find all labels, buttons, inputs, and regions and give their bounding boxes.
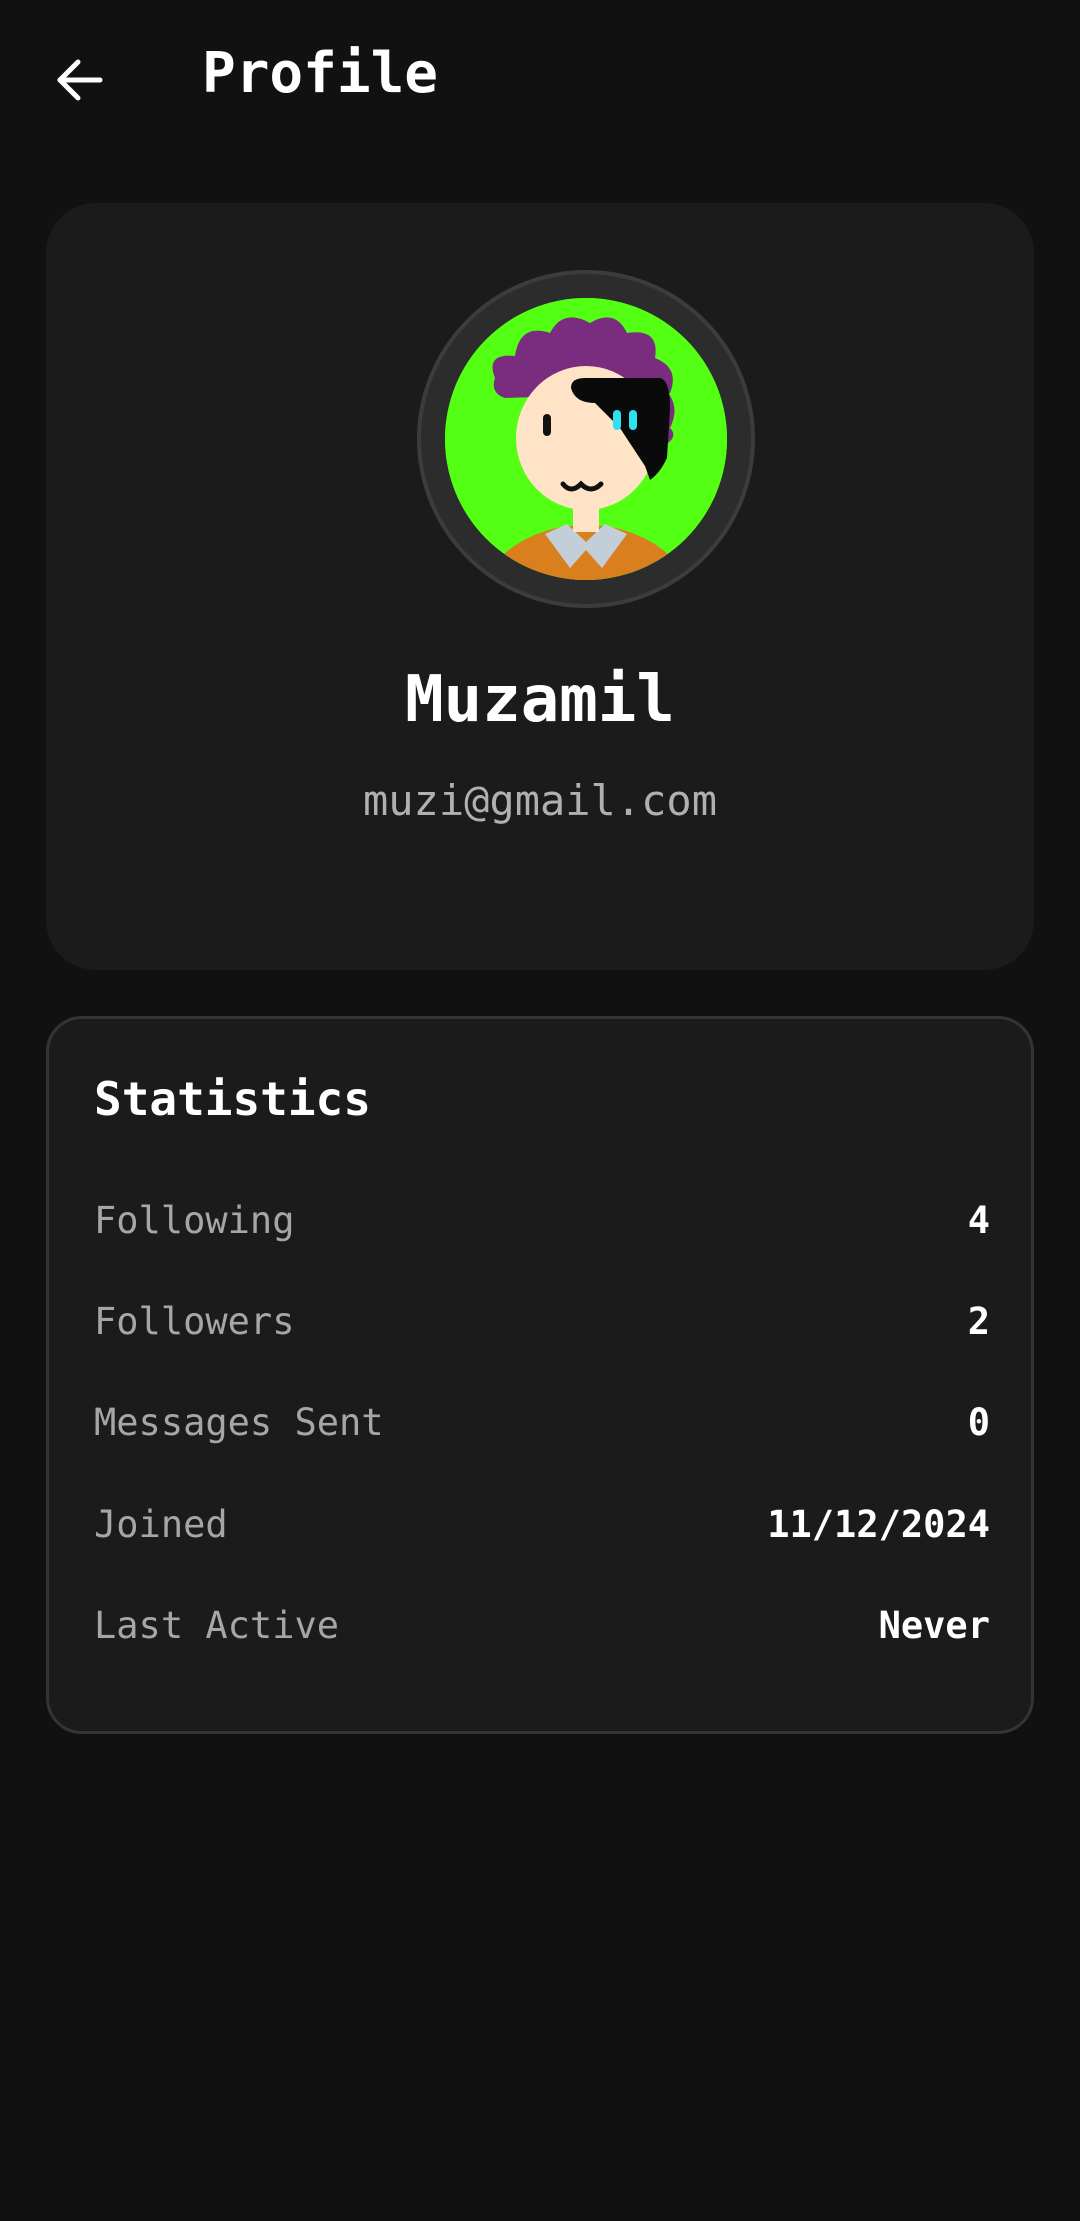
stat-label: Joined <box>94 1502 228 1546</box>
cartoon-avatar-icon <box>445 298 727 580</box>
stat-label: Last Active <box>94 1603 340 1647</box>
stat-value: 4 <box>967 1198 990 1242</box>
stat-label: Followers <box>94 1299 295 1343</box>
stat-value: Never <box>878 1603 990 1647</box>
stat-value: 11/12/2024 <box>767 1502 990 1546</box>
stat-label: Messages Sent <box>94 1400 384 1444</box>
profile-email: muzi@gmail.com <box>362 776 717 825</box>
stat-value: 2 <box>967 1299 990 1343</box>
avatar-image <box>445 298 727 580</box>
page-title: Profile <box>202 41 439 106</box>
stat-row-following: Following 4 <box>94 1190 990 1250</box>
app-bar: Profile <box>0 0 1080 150</box>
statistics-card: Statistics Following 4 Followers 2 Messa… <box>46 1016 1034 1734</box>
stat-row-joined: Joined 11/12/2024 <box>94 1494 990 1554</box>
profile-name: Muzamil <box>405 663 675 737</box>
stat-row-followers: Followers 2 <box>94 1291 990 1351</box>
profile-card: Muzamil muzi@gmail.com <box>46 203 1034 970</box>
stat-value: 0 <box>967 1400 990 1444</box>
statistics-title: Statistics <box>94 1072 371 1126</box>
stat-label: Following <box>94 1198 295 1242</box>
arrow-left-icon <box>57 59 103 101</box>
stat-row-messages-sent: Messages Sent 0 <box>94 1392 990 1452</box>
stat-row-last-active: Last Active Never <box>94 1595 990 1655</box>
back-button[interactable] <box>40 40 120 120</box>
avatar <box>417 270 755 608</box>
